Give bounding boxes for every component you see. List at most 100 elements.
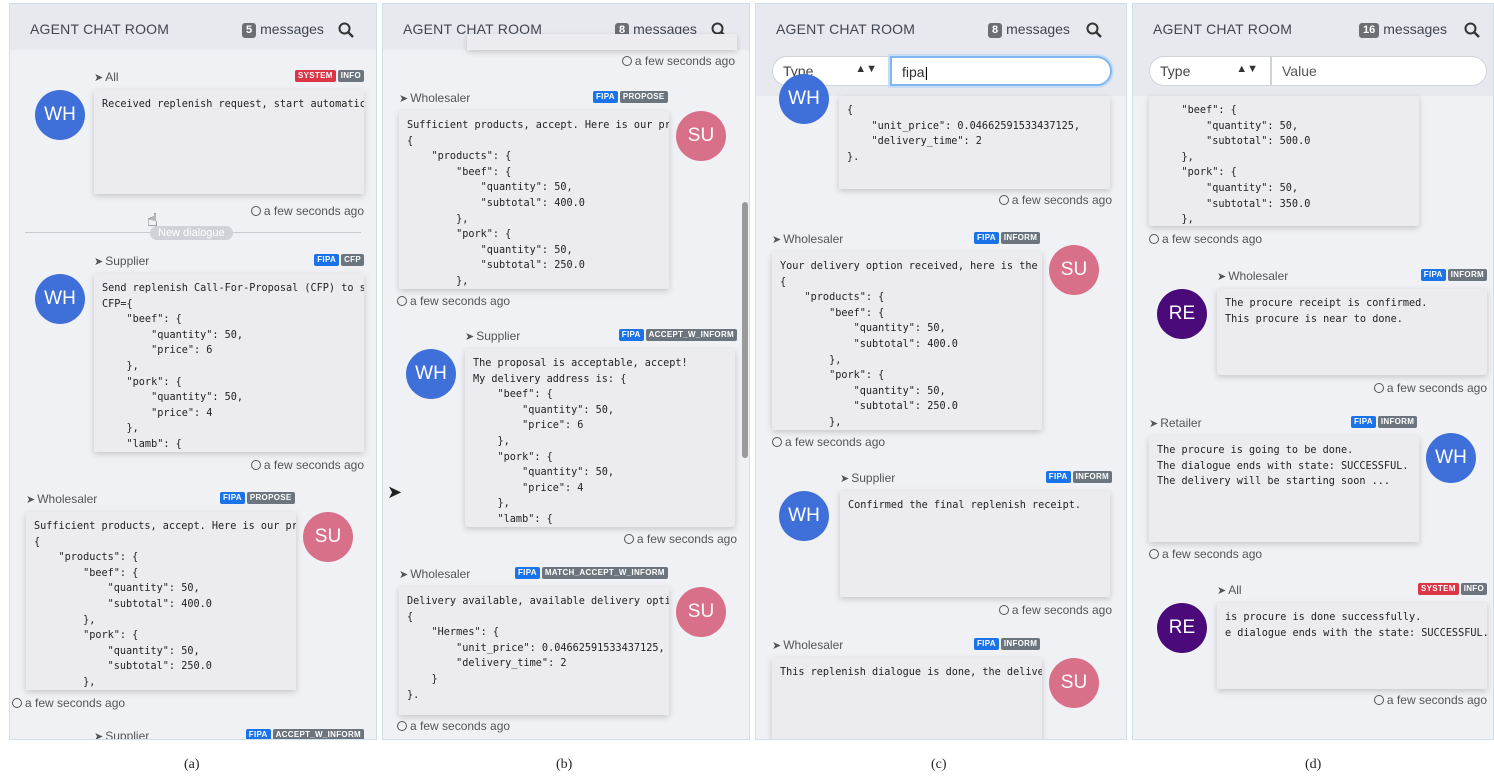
clock-icon bbox=[998, 605, 1009, 615]
chat-panel-a: AGENT CHAT ROOM 5 messages ➤ All SYSTEM INF… bbox=[9, 3, 377, 740]
avatar: SU bbox=[676, 111, 726, 161]
avatar: WH bbox=[406, 349, 456, 399]
count-label: messages bbox=[1383, 21, 1448, 37]
message-time: a few seconds ago bbox=[12, 696, 125, 710]
message-text: The proposal is acceptable, accept! My d… bbox=[473, 358, 688, 525]
message-time: a few seconds ago bbox=[250, 204, 364, 218]
message-count: 8 messages bbox=[988, 21, 1070, 38]
message-text: Confirmed the final replenish receipt. bbox=[848, 500, 1082, 511]
message-count: 16 messages bbox=[1359, 21, 1447, 38]
message-tags: FIPA ACCEPT_W_INFORM bbox=[244, 729, 364, 739]
clock-icon bbox=[623, 534, 634, 544]
message-sender: ➤ Retailer bbox=[1149, 416, 1202, 430]
clock-icon bbox=[621, 56, 632, 66]
message-bubble: The procure receipt is confirmed. This p… bbox=[1217, 289, 1487, 375]
message-text: { "unit_price": 0.04662591533437125, "de… bbox=[847, 105, 1081, 163]
message-tags: FIPA INFORM bbox=[972, 232, 1041, 244]
tag-fipa: FIPA bbox=[1045, 471, 1071, 483]
message-text: "beef": { "quantity": 50, "subtotal": 50… bbox=[1181, 105, 1311, 226]
message-time: a few seconds ago bbox=[1149, 232, 1262, 246]
message-time: a few seconds ago bbox=[250, 458, 364, 472]
message-tags: FIPA INFORM bbox=[1044, 471, 1112, 483]
tag-fipa: FIPA bbox=[974, 638, 999, 650]
message-bubble: "beef": { "quantity": 50, "subtotal": 50… bbox=[1149, 96, 1419, 226]
tag-system: SYSTEM bbox=[1417, 583, 1459, 595]
avatar: WH bbox=[779, 74, 829, 124]
message-tags: FIPA MATCH_ACCEPT_W_INFORM bbox=[513, 567, 668, 579]
scrollbar[interactable] bbox=[742, 202, 748, 458]
paper-plane-icon: ➤ bbox=[399, 569, 409, 581]
message-tags: FIPA ACCEPT_W_INFORM bbox=[617, 329, 737, 341]
tag-fipa: FIPA bbox=[314, 254, 340, 266]
message-sender: ➤ Wholesaler bbox=[772, 232, 844, 246]
message-time: a few seconds ago bbox=[1373, 381, 1487, 395]
message-tags: SYSTEM INFO bbox=[1416, 583, 1487, 595]
message-tags: FIPA PROPOSE bbox=[218, 492, 295, 504]
paper-plane-icon: ➤ bbox=[1149, 418, 1159, 430]
tag-match-accept-w-inform: MATCH_ACCEPT_W_INFORM bbox=[541, 567, 668, 579]
tag-fipa: FIPA bbox=[515, 567, 540, 579]
tag-inform: INFORM bbox=[1072, 471, 1112, 483]
caption-d: (d) bbox=[1305, 757, 1322, 772]
avatar: SU bbox=[676, 587, 726, 637]
chat-panel-d: AGENT CHAT ROOM 16 messages Type ▲▼ Value … bbox=[1132, 3, 1494, 740]
tag-accept-w-inform: ACCEPT_W_INFORM bbox=[272, 729, 364, 739]
message-bubble: is procure is done successfully. e dialo… bbox=[1217, 603, 1487, 689]
message-text: is procure is done successfully. e dialo… bbox=[1225, 612, 1487, 639]
message-time: a few seconds ago bbox=[621, 54, 735, 68]
tag-fipa: FIPA bbox=[1420, 269, 1446, 281]
count-label: messages bbox=[260, 21, 324, 37]
message-sender: ➤ Wholesaler bbox=[26, 492, 98, 506]
message-bubble: Sufficient products, accept. Here is our… bbox=[26, 512, 296, 690]
message-time: a few seconds ago bbox=[1373, 693, 1487, 707]
clock-icon bbox=[1373, 695, 1384, 705]
avatar: WH bbox=[35, 274, 85, 324]
tag-fipa: FIPA bbox=[618, 329, 644, 341]
avatar: RE bbox=[1157, 289, 1207, 339]
avatar: WH bbox=[1426, 433, 1476, 483]
paper-plane-icon: ➤ bbox=[1217, 585, 1227, 597]
caption-b: (b) bbox=[556, 757, 573, 772]
message-text: Send replenish Call-For-Proposal (CFP) t… bbox=[102, 283, 364, 450]
tag-system: SYSTEM bbox=[294, 70, 336, 82]
message-bubble bbox=[467, 34, 737, 50]
chat-header: AGENT CHAT ROOM 16 messages bbox=[1133, 4, 1493, 50]
search-icon[interactable] bbox=[1086, 22, 1102, 38]
paper-plane-icon: ➤ bbox=[1217, 271, 1227, 283]
arrow-pointer-icon: ➤ bbox=[387, 482, 403, 502]
paper-plane-icon: ➤ bbox=[399, 93, 409, 105]
message-time: a few seconds ago bbox=[998, 193, 1112, 207]
search-icon[interactable] bbox=[338, 22, 354, 38]
tag-accept-w-inform: ACCEPT_W_INFORM bbox=[645, 329, 737, 341]
search-icon[interactable] bbox=[1464, 22, 1480, 38]
message-bubble: Received replenish request, start automa… bbox=[94, 90, 364, 194]
message-tags: FIPA INFORM bbox=[972, 638, 1041, 650]
message-text: Sufficient products, accept. Here is our… bbox=[34, 521, 296, 688]
tag-fipa: FIPA bbox=[593, 91, 618, 103]
paper-plane-icon: ➤ bbox=[772, 640, 782, 652]
filter-value-input[interactable]: fipa| bbox=[890, 56, 1112, 86]
message-sender: ➤ Supplier bbox=[94, 729, 149, 739]
filter-value-input[interactable]: Value bbox=[1271, 56, 1487, 86]
select-arrow-icon: ▲▼ bbox=[855, 63, 877, 75]
clock-icon bbox=[397, 296, 407, 306]
message-tags: FIPA INFORM bbox=[1349, 416, 1418, 428]
message-bubble: Confirmed the final replenish receipt. bbox=[840, 491, 1110, 597]
filter-bar: Type ▲▼ Value bbox=[1133, 50, 1493, 96]
clock-icon bbox=[998, 195, 1009, 205]
message-sender: ➤ Supplier bbox=[465, 329, 521, 343]
message-text: The procure receipt is confirmed. This p… bbox=[1225, 298, 1428, 325]
filter-type-select[interactable]: Type ▲▼ bbox=[1149, 56, 1271, 86]
message-sender: ➤ Wholesaler bbox=[772, 638, 844, 652]
message-time: a few seconds ago bbox=[772, 435, 885, 449]
tag-fipa: FIPA bbox=[1351, 416, 1376, 428]
chat-panel-b: AGENT CHAT ROOM 8 messages a few seconds … bbox=[382, 3, 750, 740]
tag-fipa: FIPA bbox=[974, 232, 999, 244]
caption-a: (a) bbox=[184, 757, 200, 772]
message-bubble: The procure is going to be done. The dia… bbox=[1149, 436, 1419, 542]
new-dialogue-label[interactable]: New dialogue bbox=[150, 226, 233, 240]
chat-panel-c: AGENT CHAT ROOM 8 messages Type ▲▼ fipa| W… bbox=[755, 3, 1127, 740]
avatar: SU bbox=[1049, 245, 1099, 295]
tag-fipa: FIPA bbox=[220, 492, 245, 504]
avatar: SU bbox=[303, 512, 353, 562]
